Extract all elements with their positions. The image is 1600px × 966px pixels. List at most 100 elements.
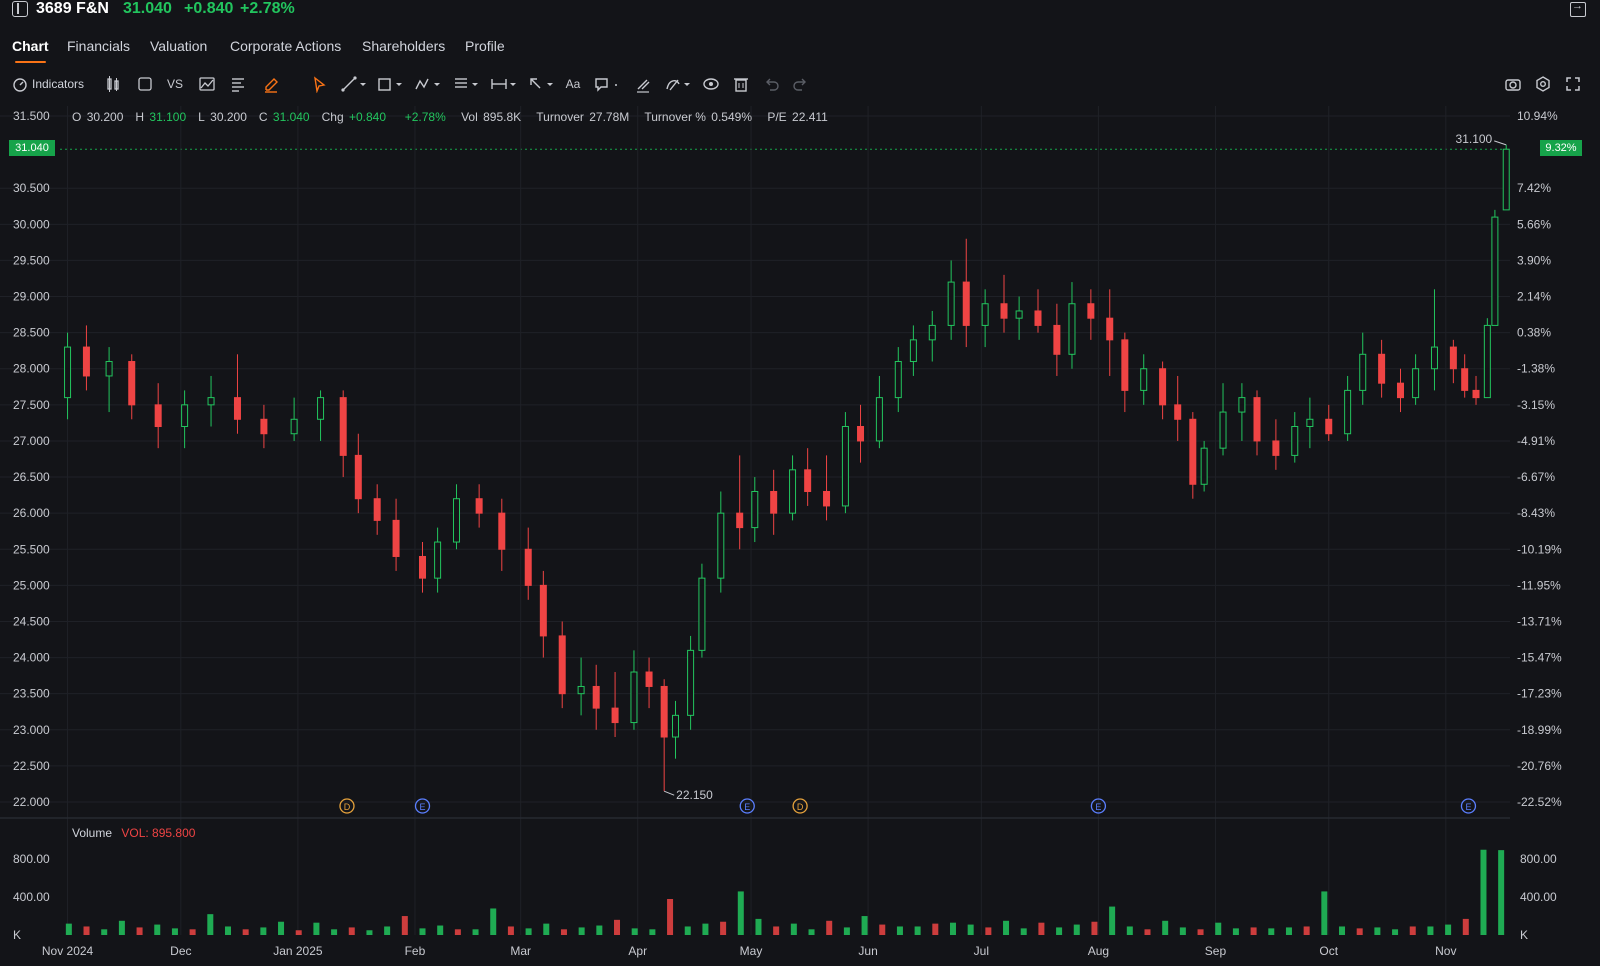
text-tool-button[interactable]: Aa [563,75,583,93]
candle-body [1430,346,1438,370]
fullscreen-icon[interactable] [1564,75,1582,93]
percent-tick-label: -13.71% [1517,614,1562,628]
volume-bar [1073,924,1080,935]
candle-body [1200,447,1208,485]
ohlc-legend: O 30.200 H 31.100 L 30.200 C 31.040 Chg … [72,110,830,124]
candle-body [1253,397,1261,442]
candlestick-series [64,144,1510,792]
tab-valuation[interactable]: Valuation [150,38,207,54]
volume-legend-label: Volume [72,826,113,840]
arrow-tool-icon[interactable] [527,75,555,93]
candle-body [671,714,679,738]
volume-tick-label-right: 800.00 [1520,852,1557,866]
trash-icon[interactable] [732,75,750,93]
candle-body [823,490,831,507]
volume-tick-label: 400.00 [13,890,50,904]
volume-bar [171,928,178,935]
fibonacci-tool-icon[interactable] [452,75,480,93]
candle-body [1068,303,1076,355]
candle-body [875,397,883,442]
indicators-button[interactable]: Indicators [12,75,90,93]
volume-bar [472,929,479,935]
time-tick-label: Oct [1319,944,1338,958]
volume-bar [720,921,727,935]
open-label: O [72,110,82,124]
event-marker-label: E [744,802,750,812]
price-chart[interactable]: 31.500 30.500 30.000 29.500 29.000 28.500 28.0… [0,100,1600,966]
candle-body [1378,353,1386,384]
candle-body [630,671,638,724]
line-tool-icon[interactable] [340,75,368,93]
turnover-value: 27.78M [589,110,630,124]
pattern-tool-icon[interactable] [414,75,442,93]
price-tick-label: 29.500 [13,253,50,267]
candle-body [1053,324,1061,355]
comment-icon[interactable] [593,75,621,93]
text-align-icon[interactable] [229,75,247,93]
tab-corporate-actions[interactable]: Corporate Actions [230,38,341,54]
tab-bar: Chart Financials Valuation Corporate Act… [0,38,1600,64]
draw-mode-icon[interactable] [664,75,692,93]
magnet-icon[interactable] [634,75,652,93]
candle-body [1140,368,1148,391]
cursor-icon[interactable] [310,75,328,93]
candle-body [804,469,812,492]
shape-tool-icon[interactable] [376,75,404,93]
volume-bar [1162,920,1169,935]
candle-body [1461,368,1469,391]
volume-bar [702,923,709,935]
volume-bar [914,926,921,935]
candle-body [181,404,189,428]
volume-bar [773,926,780,935]
volume-bar [614,919,621,935]
high-annotation: 31.100 [1456,132,1493,146]
low-annotation: 22.150 [676,788,713,802]
last-price: 31.040 [123,0,172,17]
candle-body [981,303,989,326]
quote-header: 3689 F&N 31.040 +0.840 +2.78% [0,0,1600,22]
candle-type-icon[interactable] [104,75,122,93]
highlighter-icon[interactable] [262,75,280,93]
camera-icon[interactable] [1504,75,1522,93]
tab-financials[interactable]: Financials [67,38,130,54]
percent-tick-label: -8.43% [1517,506,1555,520]
volume-bar [1109,906,1116,935]
price-tick-label: 25.000 [13,578,50,592]
tab-chart[interactable]: Chart [12,38,49,63]
candle-body [789,469,797,514]
chart-style-icon[interactable] [198,75,216,93]
candle-body [1396,382,1404,399]
volume-bar [331,929,338,935]
tab-profile[interactable]: Profile [465,38,505,54]
volume-bar [1392,929,1399,935]
candle-body [947,281,955,326]
price-tick-label: 23.000 [13,723,50,737]
price-tick-label: 24.000 [13,651,50,665]
measure-tool-icon[interactable] [490,75,518,93]
turnover-percent-value: 0.549% [711,110,752,124]
close-value: 31.040 [272,110,310,124]
volume-bar [1462,918,1469,935]
volume-bar [1268,928,1275,935]
candle-body [373,498,381,521]
volume-bar [1498,850,1505,935]
percent-tick-label: -20.76% [1517,759,1562,773]
pe-label: P/E [767,110,787,124]
candle-body [1483,324,1491,399]
compare-button[interactable]: VS [164,75,186,93]
redo-icon[interactable] [792,75,810,93]
exit-icon[interactable] [1570,0,1586,17]
candle-body [452,498,460,543]
undo-icon[interactable] [762,75,780,93]
close-label: C [258,110,268,124]
volume-bar [1285,927,1292,935]
settings-icon[interactable] [1534,75,1552,93]
layout-icon[interactable] [136,75,154,93]
volume-bar [1427,926,1434,935]
volume-tick-label: K [13,928,21,942]
tab-shareholders[interactable]: Shareholders [362,38,445,54]
candle-body [260,418,268,435]
eye-icon[interactable] [702,75,720,93]
panel-toggle-icon[interactable] [12,1,28,17]
chart-toolbar: Indicators VS Aa [0,72,1600,96]
